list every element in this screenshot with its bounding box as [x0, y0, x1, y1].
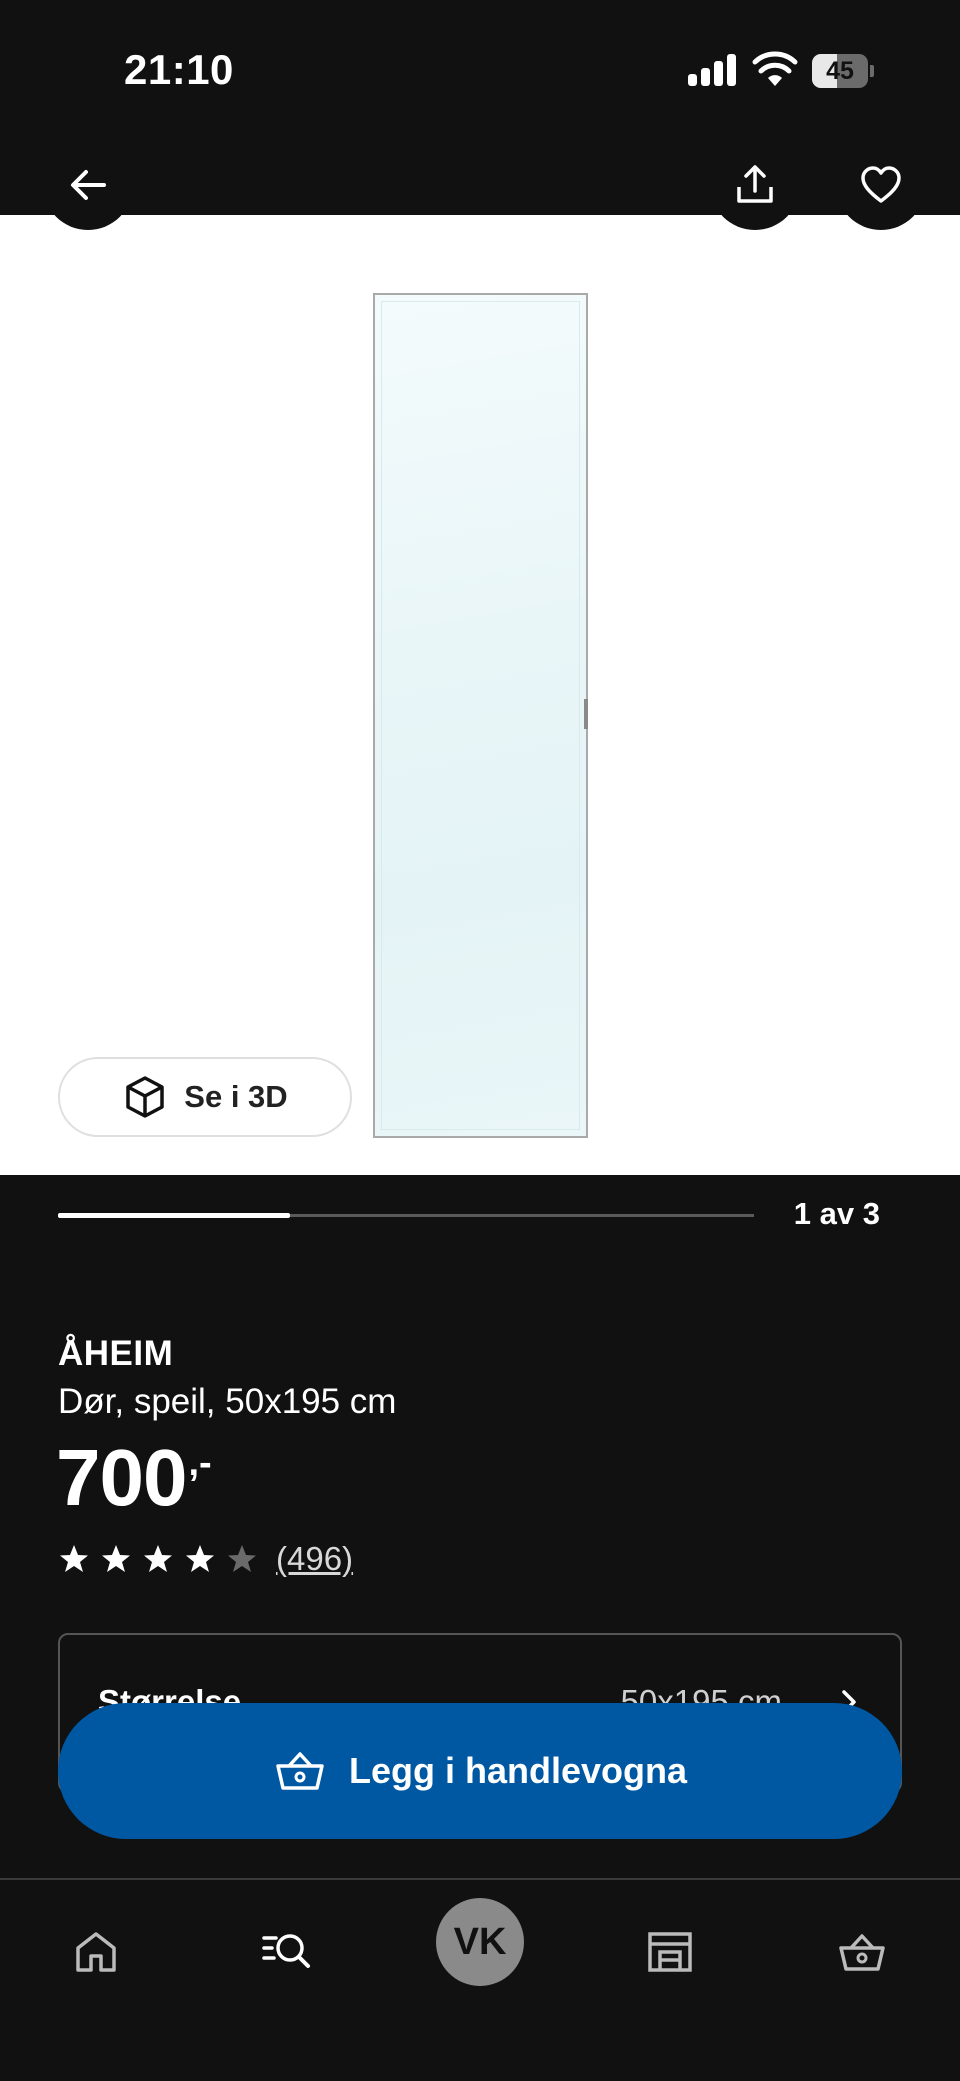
- battery-level: 45: [826, 57, 854, 85]
- tab-home[interactable]: [56, 1912, 136, 1992]
- avatar-initials: VK: [453, 1920, 507, 1963]
- search-icon: [262, 1934, 310, 1968]
- share-button[interactable]: [710, 140, 800, 230]
- wifi-icon: [752, 51, 798, 86]
- battery-icon: 45: [812, 54, 874, 88]
- bottom-navigation: VK: [0, 1878, 960, 2081]
- gallery-progress: [58, 1213, 754, 1218]
- rating-stars: [58, 1543, 268, 1575]
- avatar[interactable]: VK: [436, 1898, 524, 1986]
- product-rating[interactable]: (496): [58, 1540, 353, 1578]
- share-icon: [737, 165, 773, 203]
- product-name: ÅHEIM: [58, 1334, 174, 1373]
- signal-icon: [688, 54, 738, 86]
- star-filled-icon: [144, 1545, 172, 1572]
- star-filled-icon: [186, 1545, 214, 1572]
- product-image-carousel[interactable]: Se i 3D: [0, 215, 960, 1175]
- price-value: 700: [56, 1433, 187, 1522]
- heart-icon: [861, 166, 901, 203]
- arrow-left-icon: [71, 170, 106, 200]
- status-time: 21:10: [124, 46, 234, 93]
- star-empty-icon: [228, 1545, 256, 1572]
- product-image: [373, 293, 588, 1138]
- view-3d-label: Se i 3D: [184, 1079, 288, 1114]
- back-button[interactable]: [43, 140, 133, 230]
- star-filled-icon: [60, 1545, 88, 1572]
- product-description: Dør, speil, 50x195 cm: [58, 1382, 397, 1421]
- store-icon: [648, 1932, 692, 1972]
- product-price: 700 ,-: [56, 1438, 212, 1518]
- star-filled-icon: [102, 1545, 130, 1572]
- status-bar: 21:10 45: [0, 0, 960, 140]
- add-to-cart-label: Legg i handlevogna: [348, 1750, 688, 1791]
- favorite-button[interactable]: [836, 140, 926, 230]
- gallery-pager-text: 1 av 3: [793, 1196, 880, 1231]
- tab-cart[interactable]: [822, 1912, 902, 1992]
- home-icon: [76, 1932, 116, 1972]
- basket-icon: [276, 1752, 324, 1790]
- add-to-cart-button[interactable]: Legg i handlevogna: [58, 1703, 902, 1839]
- view-3d-button[interactable]: Se i 3D: [58, 1057, 352, 1137]
- tab-store[interactable]: [630, 1912, 710, 1992]
- cube-icon: [126, 1076, 165, 1118]
- reviews-link[interactable]: (496): [276, 1540, 353, 1578]
- cart-icon: [839, 1934, 885, 1971]
- tab-search[interactable]: [246, 1912, 326, 1992]
- price-suffix: ,-: [188, 1442, 212, 1484]
